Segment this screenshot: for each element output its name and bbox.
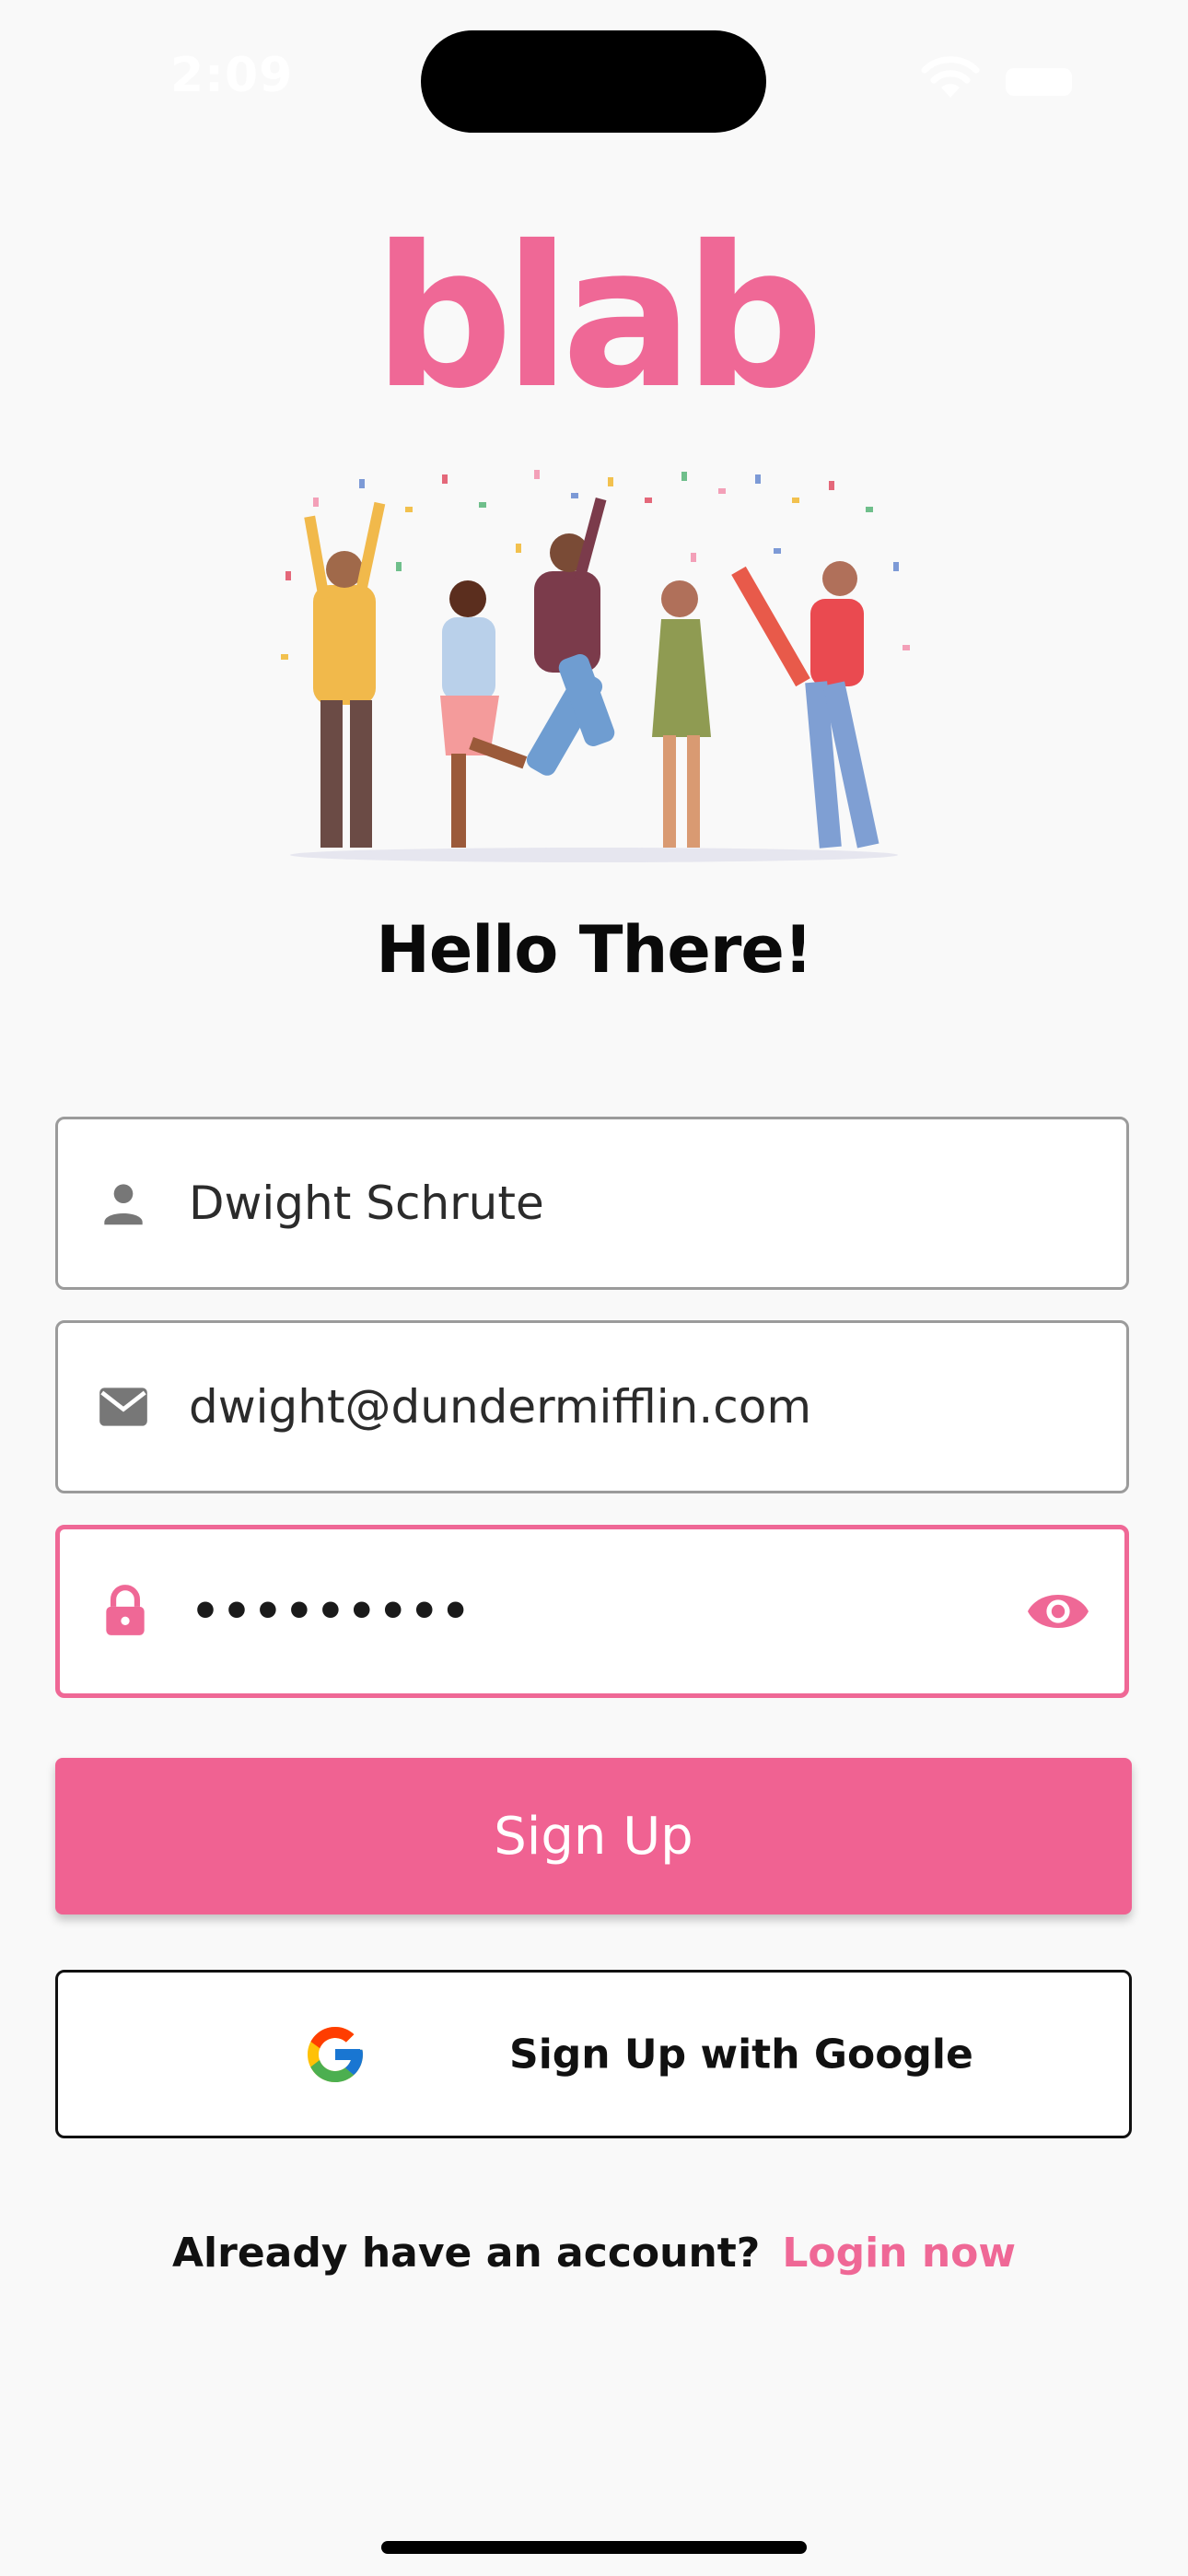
mail-icon bbox=[99, 1388, 147, 1426]
name-field[interactable]: Dwight Schrute bbox=[55, 1117, 1129, 1290]
person-red bbox=[731, 561, 879, 849]
app-logo: blab bbox=[373, 204, 823, 431]
page-heading: Hello There! bbox=[376, 912, 813, 988]
password-value: ••••••••• bbox=[191, 1585, 472, 1638]
battery-icon bbox=[1006, 68, 1072, 96]
person-icon bbox=[104, 1184, 143, 1225]
login-link[interactable]: Login now bbox=[782, 2230, 1016, 2277]
password-field[interactable]: ••••••••• bbox=[55, 1525, 1129, 1698]
party-illustration bbox=[281, 470, 910, 862]
email-value: dwight@dundermifflin.com bbox=[189, 1380, 812, 1434]
person-pink bbox=[440, 580, 528, 848]
email-field[interactable]: dwight@dundermifflin.com bbox=[55, 1320, 1129, 1493]
login-question: Already have an account? bbox=[171, 2230, 761, 2277]
dynamic-island bbox=[421, 30, 766, 133]
google-signup-button[interactable]: Sign Up with Google bbox=[55, 1970, 1132, 2138]
signup-button[interactable]: Sign Up bbox=[55, 1758, 1132, 1914]
signup-button-label: Sign Up bbox=[494, 1806, 693, 1867]
eye-icon[interactable] bbox=[1025, 1584, 1091, 1639]
person-yellow bbox=[304, 501, 386, 848]
wifi-icon bbox=[921, 56, 980, 98]
name-value: Dwight Schrute bbox=[189, 1177, 544, 1230]
status-time: 2:09 bbox=[170, 48, 294, 103]
lock-icon bbox=[106, 1585, 145, 1635]
google-icon bbox=[308, 2026, 363, 2082]
person-green bbox=[652, 580, 711, 848]
person-jumping bbox=[526, 497, 615, 776]
google-button-label: Sign Up with Google bbox=[509, 2031, 973, 2078]
login-prompt: Already have an account? Login now bbox=[0, 2230, 1188, 2277]
home-indicator bbox=[381, 2541, 807, 2554]
